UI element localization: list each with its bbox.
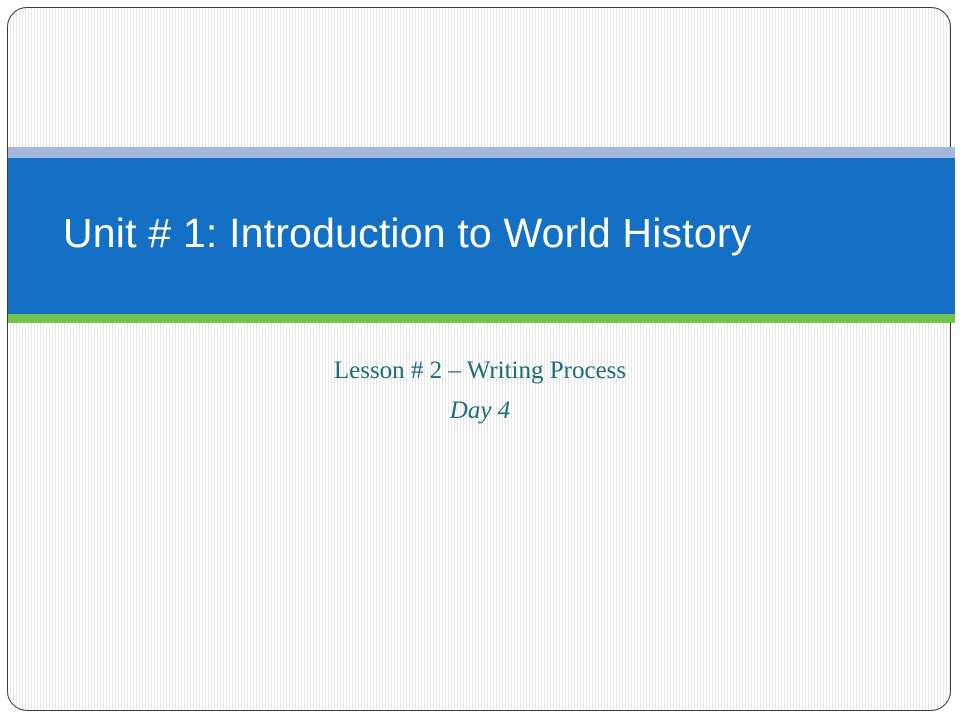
title-band: Unit # 1: Introduction to World History bbox=[8, 158, 955, 314]
slide-frame: Lesson # 2 – Writing Process Day 4 bbox=[7, 7, 951, 711]
title-bottom-stripe bbox=[8, 314, 955, 323]
slide: Lesson # 2 – Writing Process Day 4 Unit … bbox=[0, 0, 960, 720]
slide-title: Unit # 1: Introduction to World History bbox=[63, 209, 752, 256]
subtitle-block: Lesson # 2 – Writing Process Day 4 bbox=[8, 351, 950, 431]
title-top-stripe bbox=[8, 147, 955, 158]
subtitle-lesson: Lesson # 2 – Writing Process bbox=[333, 357, 627, 384]
subtitle-day: Day 4 bbox=[449, 397, 511, 424]
